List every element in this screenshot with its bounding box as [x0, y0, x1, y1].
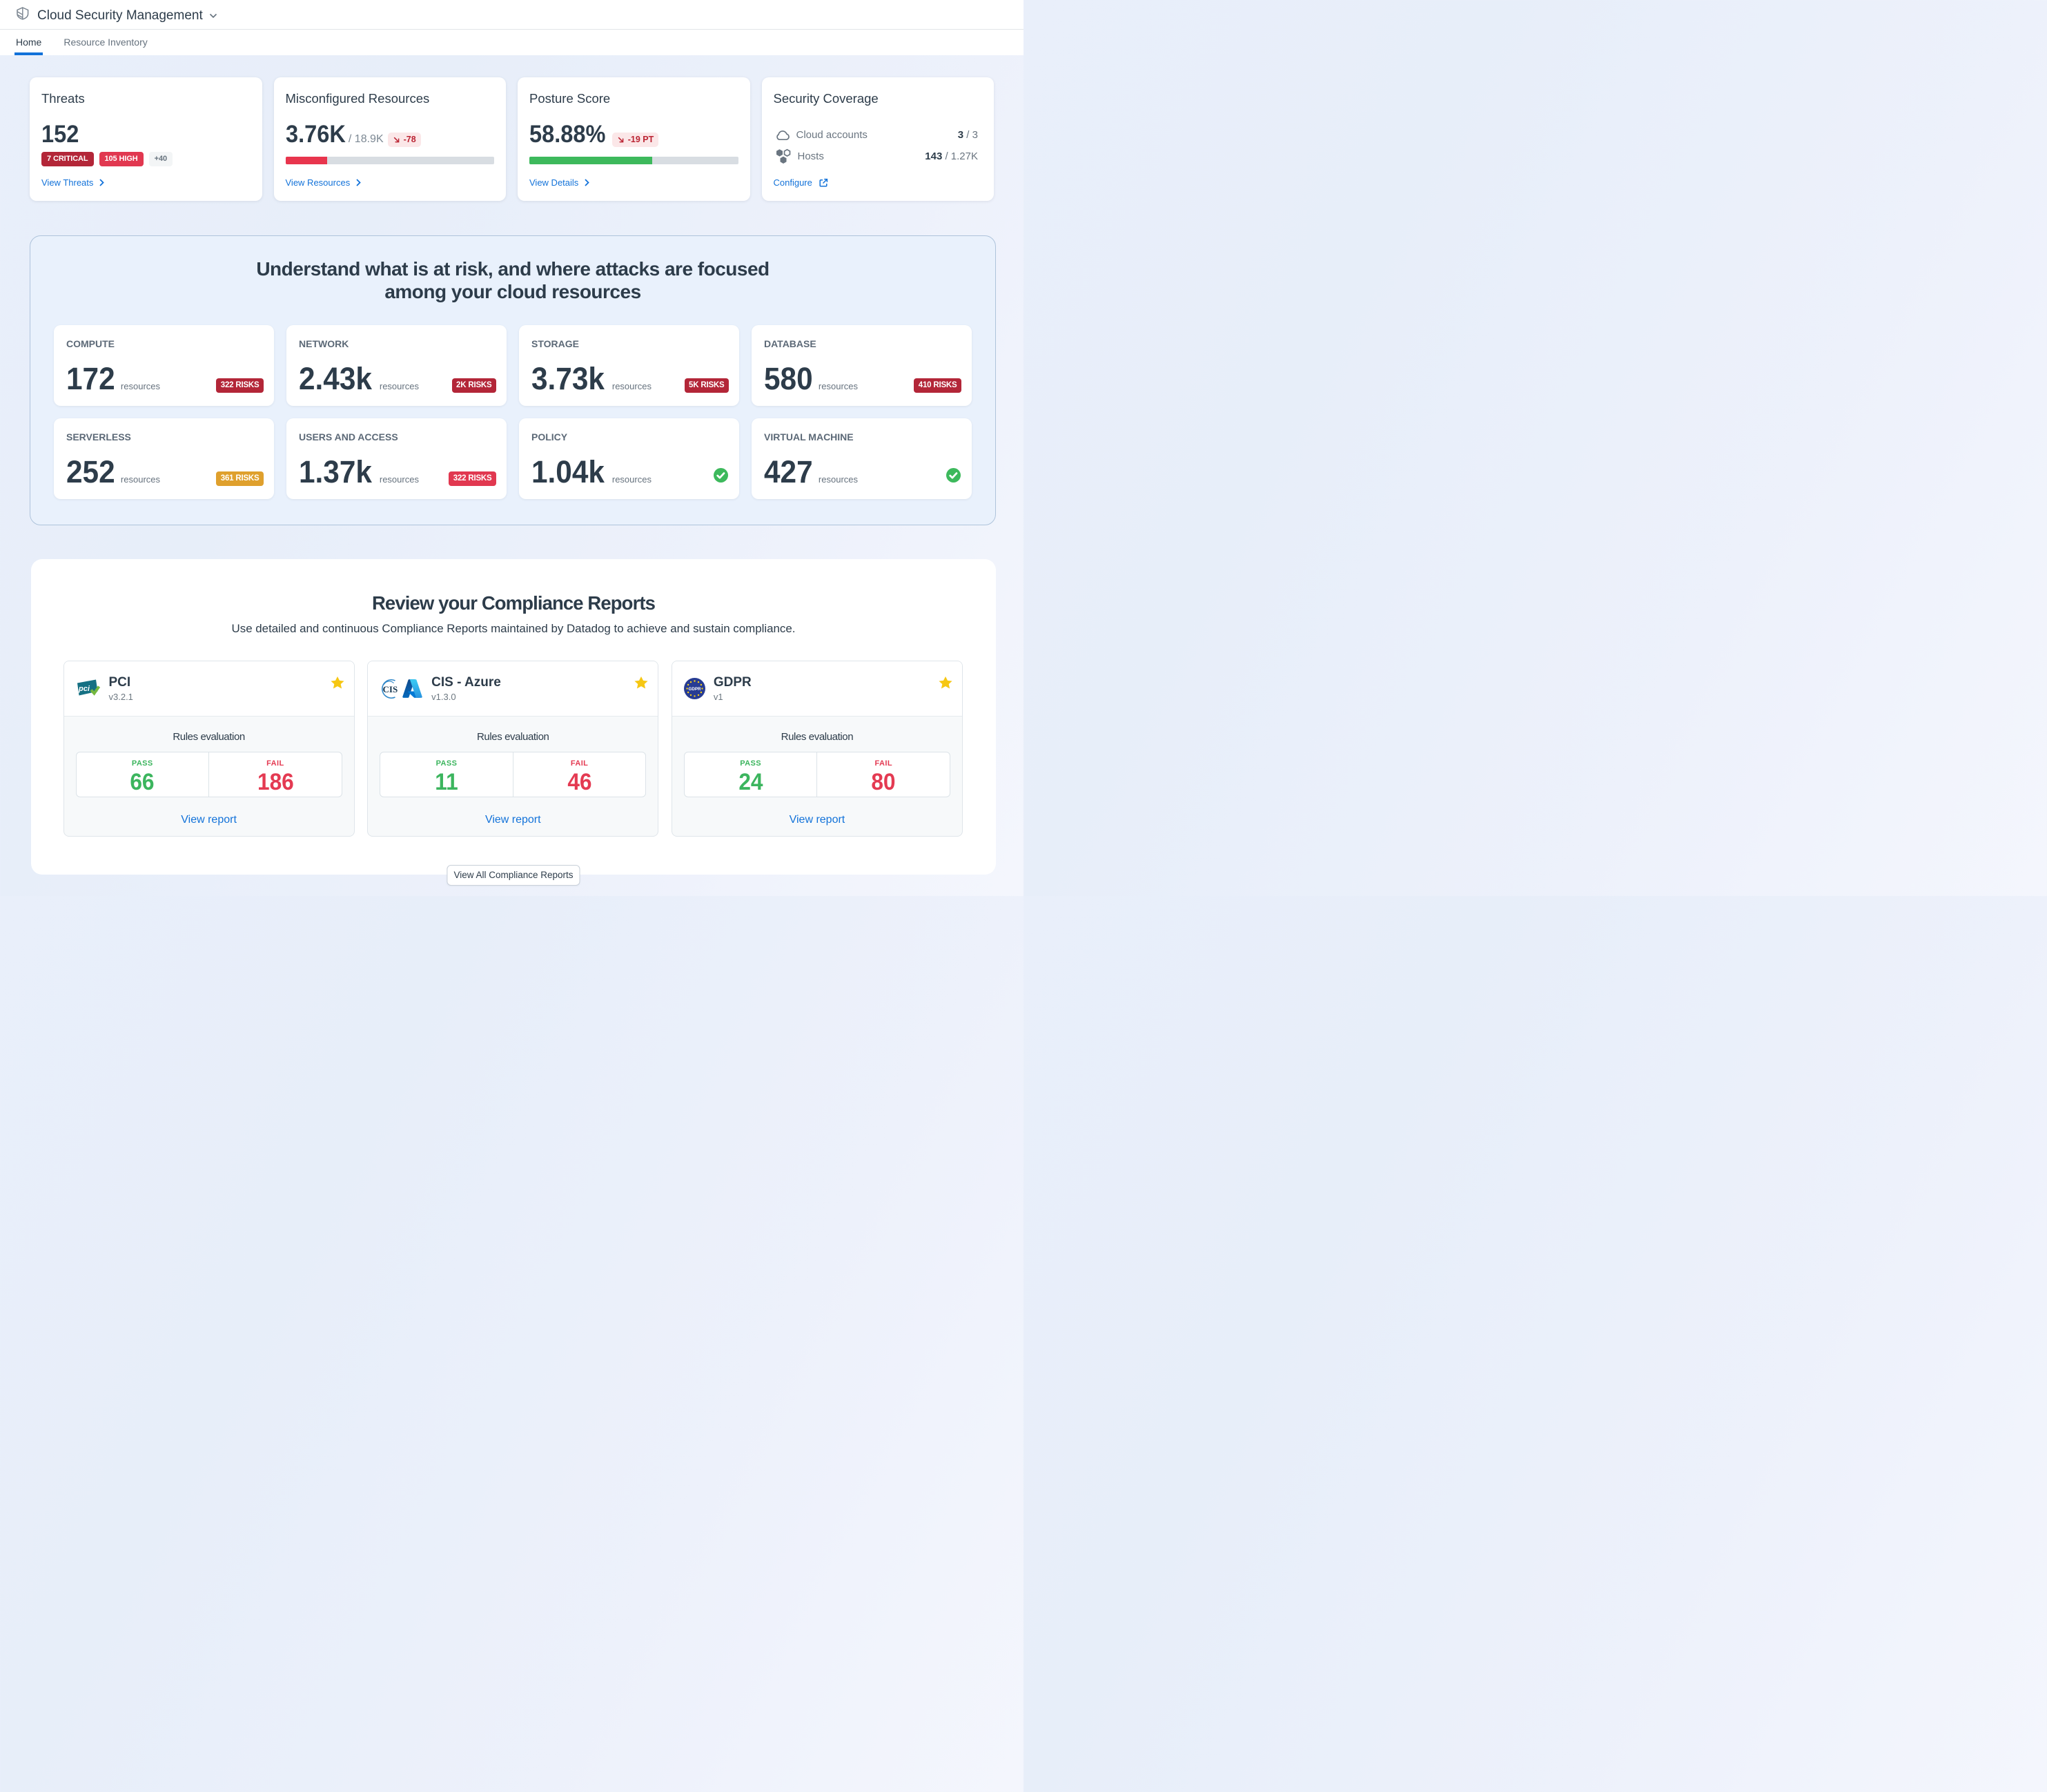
svg-text:pci: pci [78, 685, 90, 693]
svg-text:CIS: CIS [383, 684, 398, 694]
svg-text:GDPR: GDPR [688, 687, 701, 692]
